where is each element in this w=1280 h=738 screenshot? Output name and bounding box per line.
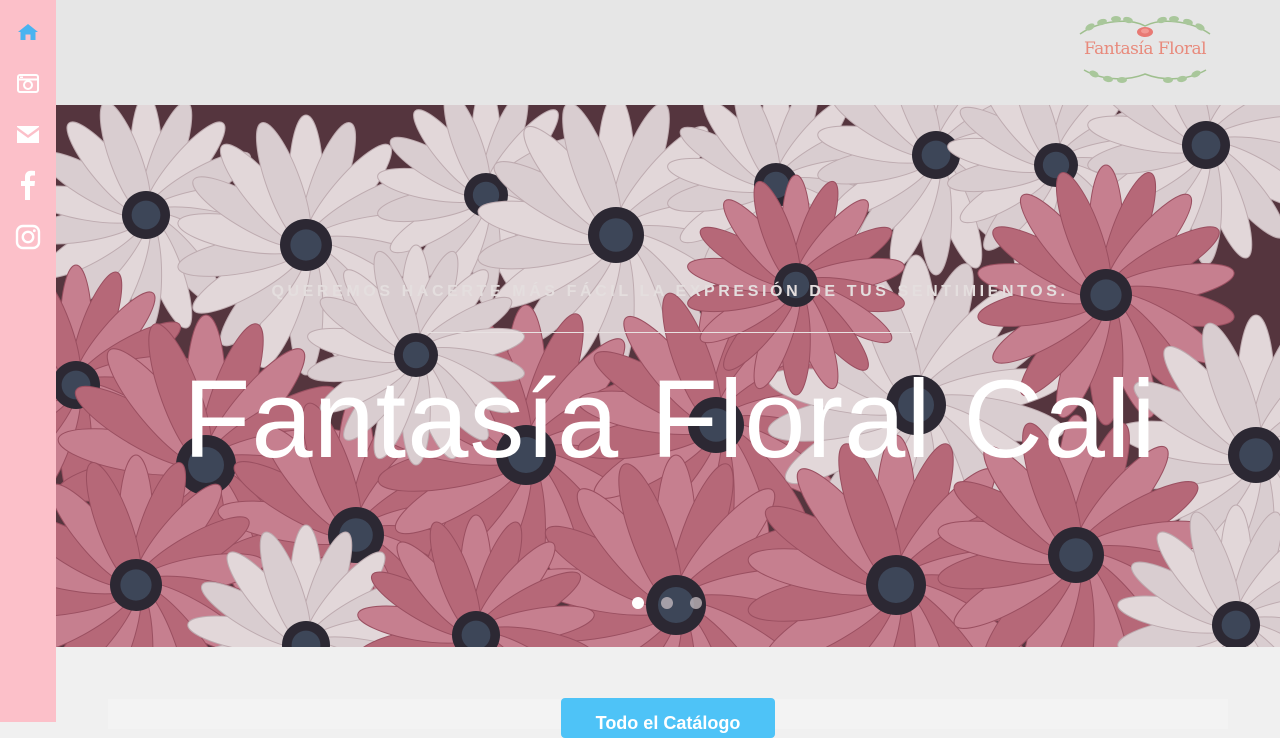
header: Fantasía Floral: [56, 0, 1280, 105]
carousel-indicators: [632, 597, 702, 609]
catalog-section: Todo el Catálogo: [56, 647, 1280, 738]
logo-text: Fantasía Floral: [1083, 39, 1207, 59]
hero-carousel: QUEREMOS HACERTE MÁS FÁCIL LA EXPRESIÓN …: [56, 105, 1280, 647]
hero-subtitle: QUEREMOS HACERTE MÁS FÁCIL LA EXPRESIÓN …: [271, 283, 1069, 300]
instagram-icon[interactable]: [14, 223, 42, 251]
facebook-icon[interactable]: [14, 170, 42, 200]
envelope-icon[interactable]: [14, 120, 42, 148]
carousel-dot-2[interactable]: [661, 597, 673, 609]
carousel-dot-1[interactable]: [632, 597, 644, 609]
catalog-button[interactable]: Todo el Catálogo: [561, 698, 775, 738]
hero-title: Fantasía Floral Cali: [183, 358, 1157, 481]
camera-icon[interactable]: [14, 69, 42, 97]
home-icon[interactable]: [14, 18, 42, 46]
carousel-dot-3[interactable]: [690, 597, 702, 609]
sidebar: [0, 0, 56, 722]
hero-divider: [427, 332, 913, 333]
logo[interactable]: Fantasía Floral: [1070, 12, 1220, 84]
